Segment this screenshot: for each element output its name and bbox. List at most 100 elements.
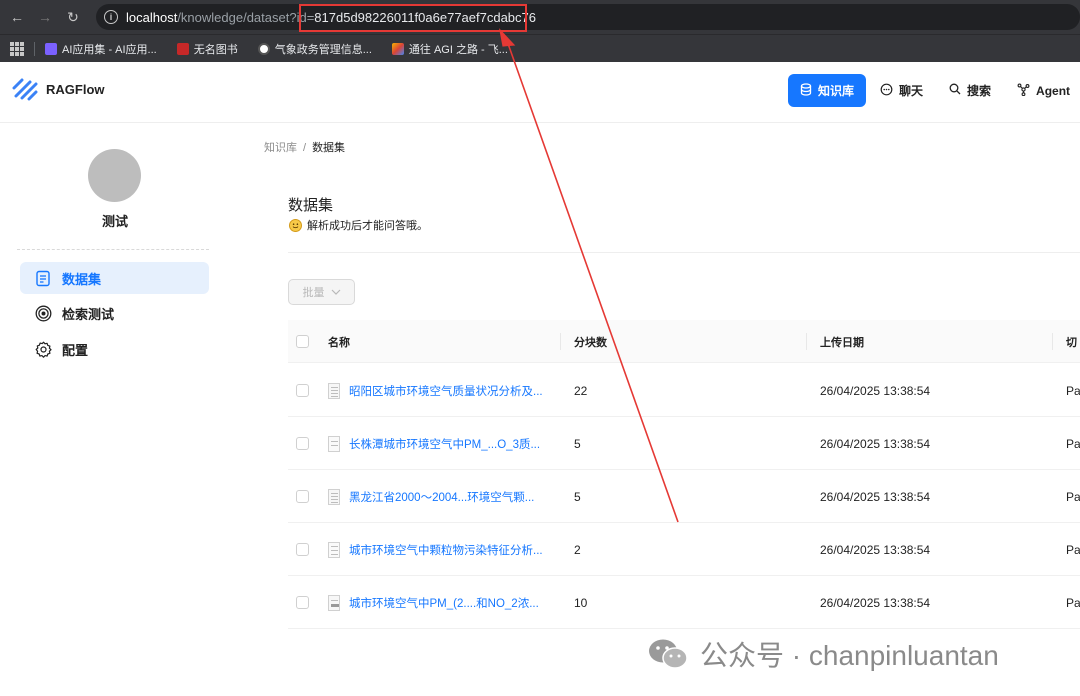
file-text-icon xyxy=(34,269,52,287)
batch-dropdown-button[interactable]: 批量 xyxy=(288,279,355,305)
bookmark-item[interactable]: 无名图书 xyxy=(176,41,238,57)
document-link[interactable]: 昭阳区城市环境空气质量状况分析及... xyxy=(349,383,543,399)
upload-date: 26/04/2025 13:38:54 xyxy=(820,489,931,504)
table-row: 黑龙江省2000～2004...环境空气颗... 5 26/04/2025 13… xyxy=(288,470,1080,523)
table-row: 昭阳区城市环境空气质量状况分析及... 22 26/04/2025 13:38:… xyxy=(288,364,1080,417)
bookmark-favicon-icon xyxy=(391,42,404,55)
document-name-cell: 城市环境空气中颗粒物污染特征分析... xyxy=(328,523,543,576)
document-thumbnail-icon xyxy=(328,382,340,399)
sidebar-item-label: 检索测试 xyxy=(62,306,115,322)
page-title: 数据集 xyxy=(288,197,334,214)
apps-grid-icon[interactable] xyxy=(10,41,24,56)
agent-icon xyxy=(1017,83,1030,99)
column-header-parse-method[interactable]: 切 xyxy=(1066,320,1077,363)
upload-date: 26/04/2025 13:38:54 xyxy=(820,542,931,557)
table-row: 城市环境空气中PM_(2....和NO_2浓... 10 26/04/2025 … xyxy=(288,576,1080,629)
sidebar-item-settings[interactable]: 配置 xyxy=(20,333,209,365)
column-divider xyxy=(1052,333,1053,350)
table-header: 名称 分块数 上传日期 切 xyxy=(288,320,1080,363)
parse-method: Pa xyxy=(1066,595,1080,610)
document-name-cell: 城市环境空气中PM_(2....和NO_2浓... xyxy=(328,576,539,629)
chevron-down-icon xyxy=(331,286,341,298)
nav-agent[interactable]: Agent xyxy=(1005,74,1080,107)
select-all-checkbox[interactable] xyxy=(296,335,309,348)
column-header-upload-date[interactable]: 上传日期 xyxy=(820,320,864,363)
upload-date: 26/04/2025 13:38:54 xyxy=(820,595,931,610)
row-checkbox[interactable] xyxy=(296,490,309,503)
document-thumbnail-icon xyxy=(328,488,340,505)
bookmarks-bar: AI应用集 - AI应用... 无名图书 气象政务管理信息... 通往 AGI … xyxy=(0,34,1080,62)
row-checkbox[interactable] xyxy=(296,543,309,556)
column-divider xyxy=(560,333,561,350)
ragflow-logo-icon xyxy=(12,78,38,101)
breadcrumb: 知识库 / 数据集 xyxy=(264,142,346,154)
column-header-chunks[interactable]: 分块数 xyxy=(574,320,607,363)
row-checkbox[interactable] xyxy=(296,596,309,609)
nav-chat[interactable]: 聊天 xyxy=(868,74,935,107)
chunk-count: 10 xyxy=(574,595,588,610)
row-checkbox[interactable] xyxy=(296,384,309,397)
nav-search[interactable]: 搜索 xyxy=(937,74,1003,107)
back-arrow-icon[interactable]: ← xyxy=(6,6,28,28)
row-checkbox[interactable] xyxy=(296,437,309,450)
upload-date: 26/04/2025 13:38:54 xyxy=(820,436,931,451)
bookmark-separator xyxy=(34,41,35,56)
document-thumbnail-icon xyxy=(328,541,340,558)
forward-arrow-icon[interactable]: → xyxy=(34,6,56,28)
wechat-logo-icon xyxy=(649,639,688,669)
column-divider xyxy=(806,333,807,350)
document-name-cell: 长株潭城市环境空气中PM_...O_3质... xyxy=(328,417,540,470)
bookmark-favicon-icon xyxy=(45,42,57,55)
search-icon xyxy=(949,83,961,98)
document-link[interactable]: 长株潭城市环境空气中PM_...O_3质... xyxy=(349,436,540,452)
chunk-count: 5 xyxy=(574,436,581,451)
document-link[interactable]: 城市环境空气中颗粒物污染特征分析... xyxy=(349,542,543,558)
app-name: RAGFlow xyxy=(46,81,105,97)
page-subtitle: 解析成功后才能问答哦。 xyxy=(289,217,428,233)
sidebar-item-dataset[interactable]: 数据集 xyxy=(20,262,209,294)
bookmark-item[interactable]: 气象政务管理信息... xyxy=(257,41,372,57)
document-thumbnail-icon xyxy=(328,435,340,452)
parse-method: Pa xyxy=(1066,383,1080,398)
watermark: 公众号 · chanpinluantan xyxy=(648,634,999,674)
reload-icon[interactable]: ↻ xyxy=(62,6,84,28)
document-link[interactable]: 城市环境空气中PM_(2....和NO_2浓... xyxy=(349,595,539,611)
chat-icon xyxy=(880,83,893,99)
sidebar-item-retrieval-test[interactable]: 检索测试 xyxy=(20,297,209,329)
document-name-cell: 黑龙江省2000～2004...环境空气颗... xyxy=(328,470,534,523)
parse-method: Pa xyxy=(1066,542,1080,557)
annotation-highlight-box xyxy=(299,4,527,32)
gear-icon xyxy=(34,340,52,358)
url-field[interactable]: i localhost/knowledge/dataset?id=817d5d9… xyxy=(96,4,1080,30)
app-logo[interactable]: RAGFlow xyxy=(12,76,105,102)
app-header: RAGFlow 知识库 聊天 搜索 Agent xyxy=(0,62,1080,123)
chunk-count: 22 xyxy=(574,383,588,398)
document-link[interactable]: 黑龙江省2000～2004...环境空气颗... xyxy=(349,489,534,505)
knowledge-base-name: 测试 xyxy=(101,214,128,229)
breadcrumb-root[interactable]: 知识库 xyxy=(264,142,297,154)
target-icon xyxy=(34,304,52,322)
bookmark-item[interactable]: AI应用集 - AI应用... xyxy=(45,41,157,57)
table-row: 城市环境空气中颗粒物污染特征分析... 2 26/04/2025 13:38:5… xyxy=(288,523,1080,576)
chunk-count: 2 xyxy=(574,542,581,557)
nav-knowledge-base[interactable]: 知识库 xyxy=(788,74,867,107)
sidebar-item-label: 配置 xyxy=(62,342,89,358)
document-thumbnail-icon xyxy=(328,594,340,611)
column-header-name[interactable]: 名称 xyxy=(328,320,350,363)
sidebar-item-label: 数据集 xyxy=(62,271,102,287)
sidebar: 测试 数据集 检索测试 配置 xyxy=(0,123,230,696)
content-divider xyxy=(288,252,1080,253)
bookmark-favicon-icon xyxy=(176,42,189,55)
document-name-cell: 昭阳区城市环境空气质量状况分析及... xyxy=(328,364,543,417)
upload-date: 26/04/2025 13:38:54 xyxy=(820,383,931,398)
site-info-icon[interactable]: i xyxy=(104,10,118,24)
parse-method: Pa xyxy=(1066,489,1080,504)
breadcrumb-current: 数据集 xyxy=(312,142,346,154)
bookmark-favicon-icon xyxy=(257,42,270,55)
sidebar-divider xyxy=(17,249,209,250)
watermark-text: 公众号 · chanpinluantan xyxy=(700,640,999,671)
knowledge-base-avatar xyxy=(88,149,141,202)
database-icon xyxy=(800,82,812,99)
table-row: 长株潭城市环境空气中PM_...O_3质... 5 26/04/2025 13:… xyxy=(288,417,1080,470)
bookmark-item[interactable]: 通往 AGI 之路 - 飞... xyxy=(391,41,508,57)
